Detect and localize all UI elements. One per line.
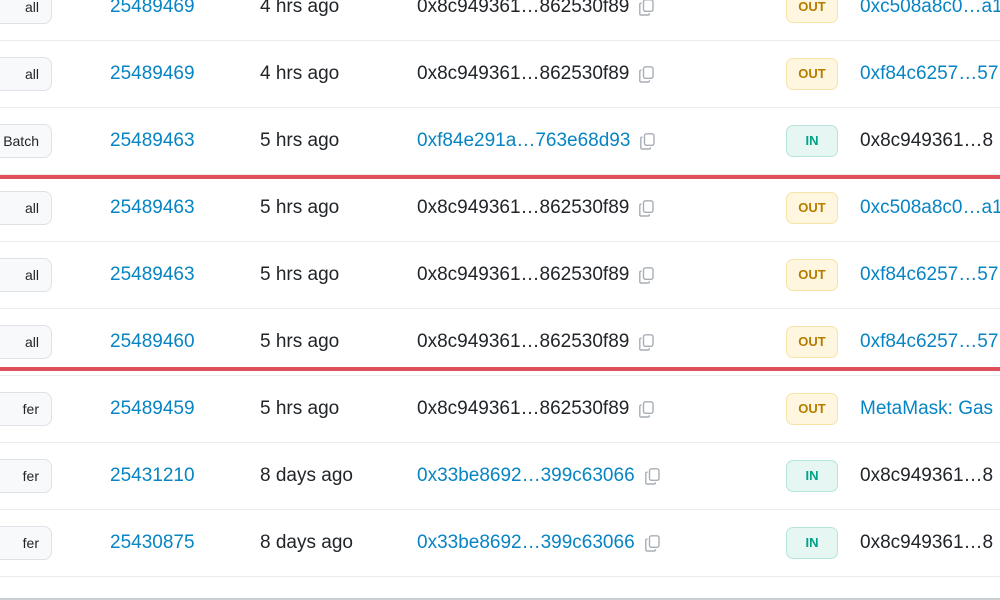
method-badge[interactable]: all [0, 258, 52, 292]
copy-icon[interactable] [639, 266, 655, 284]
from-address-cell: 0x33be8692…399c63066 [417, 532, 660, 554]
from-address-cell: 0x33be8692…399c63066 [417, 465, 660, 487]
block-link[interactable]: 25489469 [110, 63, 195, 85]
to-address[interactable]: MetaMask: Gas [860, 398, 993, 420]
method-badge[interactable]: fer [0, 392, 52, 426]
copy-icon[interactable] [640, 132, 656, 150]
block-link[interactable]: 25489463 [110, 130, 195, 152]
from-address: 0x8c949361…862530f89 [417, 0, 630, 17]
age-text: 5 hrs ago [260, 197, 340, 218]
method-badge[interactable]: all [0, 325, 52, 359]
from-address[interactable]: 0x33be8692…399c63066 [417, 465, 635, 487]
from-address-cell: 0x8c949361…862530f89 [417, 63, 655, 85]
from-address-cell: 0x8c949361…862530f89 [417, 331, 655, 353]
table-row: fer 25430875 8 days ago 0x33be8692…399c6… [0, 510, 1000, 577]
block-link[interactable]: 25489459 [110, 398, 195, 420]
method-badge[interactable]: all [0, 57, 52, 91]
from-address-cell: 0x8c949361…862530f89 [417, 197, 655, 219]
age-text: 8 days ago [260, 532, 353, 553]
age-text: 8 days ago [260, 465, 353, 486]
direction-badge: IN [786, 125, 838, 157]
age-text: 5 hrs ago [260, 130, 340, 151]
method-badge[interactable]: fer [0, 526, 52, 560]
table-row: all 25489463 5 hrs ago 0x8c949361…862530… [0, 242, 1000, 309]
copy-icon[interactable] [639, 199, 655, 217]
to-address[interactable]: 0xf84c6257…57 [860, 63, 998, 85]
copy-icon[interactable] [639, 333, 655, 351]
copy-icon[interactable] [639, 0, 655, 16]
block-link[interactable]: 25489460 [110, 331, 195, 353]
table-row: Batch 25489463 5 hrs ago 0xf84e291a…763e… [0, 108, 1000, 175]
direction-badge: OUT [786, 326, 838, 358]
method-badge[interactable]: all [0, 0, 52, 24]
from-address-cell: 0x8c949361…862530f89 [417, 264, 655, 286]
transactions-table: all 25489469 4 hrs ago 0x8c949361…862530… [0, 0, 1000, 600]
method-badge[interactable]: all [0, 191, 52, 225]
age-text: 4 hrs ago [260, 63, 340, 84]
direction-badge: OUT [786, 58, 838, 90]
table-row: all 25489460 5 hrs ago 0x8c949361…862530… [0, 309, 1000, 376]
copy-icon[interactable] [644, 534, 660, 552]
table-row: all 25489469 4 hrs ago 0x8c949361…862530… [0, 0, 1000, 41]
age-text: 4 hrs ago [260, 0, 340, 17]
direction-badge: OUT [786, 259, 838, 291]
from-address: 0x8c949361…862530f89 [417, 63, 630, 84]
from-address[interactable]: 0x33be8692…399c63066 [417, 532, 635, 554]
to-address: 0x8c949361…8 [860, 130, 994, 151]
block-link[interactable]: 25489463 [110, 197, 195, 219]
table-row: all 25489463 5 hrs ago 0x8c949361…862530… [0, 175, 1000, 242]
table-row: fer 25431210 8 days ago 0x33be8692…399c6… [0, 443, 1000, 510]
table-row: all 25489469 4 hrs ago 0x8c949361…862530… [0, 41, 1000, 108]
from-address: 0x8c949361…862530f89 [417, 264, 630, 285]
from-address-cell: 0x8c949361…862530f89 [417, 398, 655, 420]
to-address[interactable]: 0xf84c6257…57 [860, 331, 998, 353]
to-address[interactable]: 0xc508a8c0…a1 [860, 0, 1000, 18]
age-text: 5 hrs ago [260, 264, 340, 285]
to-address[interactable]: 0xc508a8c0…a1 [860, 197, 1000, 219]
to-address: 0x8c949361…8 [860, 532, 994, 553]
copy-icon[interactable] [639, 65, 655, 83]
from-address[interactable]: 0xf84e291a…763e68d93 [417, 130, 630, 152]
copy-icon[interactable] [639, 400, 655, 418]
from-address: 0x8c949361…862530f89 [417, 331, 630, 352]
block-link[interactable]: 25430875 [110, 532, 195, 554]
from-address: 0x8c949361…862530f89 [417, 398, 630, 419]
from-address-cell: 0xf84e291a…763e68d93 [417, 130, 656, 152]
age-text: 5 hrs ago [260, 331, 340, 352]
to-address: 0x8c949361…8 [860, 465, 994, 486]
direction-badge: OUT [786, 393, 838, 425]
direction-badge: IN [786, 527, 838, 559]
block-link[interactable]: 25489469 [110, 0, 195, 18]
block-link[interactable]: 25431210 [110, 465, 195, 487]
from-address-cell: 0x8c949361…862530f89 [417, 0, 655, 18]
direction-badge: OUT [786, 192, 838, 224]
method-badge[interactable]: Batch [0, 124, 52, 158]
direction-badge: IN [786, 460, 838, 492]
to-address[interactable]: 0xf84c6257…57 [860, 264, 998, 286]
table-row: fer 25489459 5 hrs ago 0x8c949361…862530… [0, 376, 1000, 443]
from-address: 0x8c949361…862530f89 [417, 197, 630, 218]
block-link[interactable]: 25489463 [110, 264, 195, 286]
copy-icon[interactable] [644, 467, 660, 485]
age-text: 5 hrs ago [260, 398, 340, 419]
method-badge[interactable]: fer [0, 459, 52, 493]
direction-badge: OUT [786, 0, 838, 23]
